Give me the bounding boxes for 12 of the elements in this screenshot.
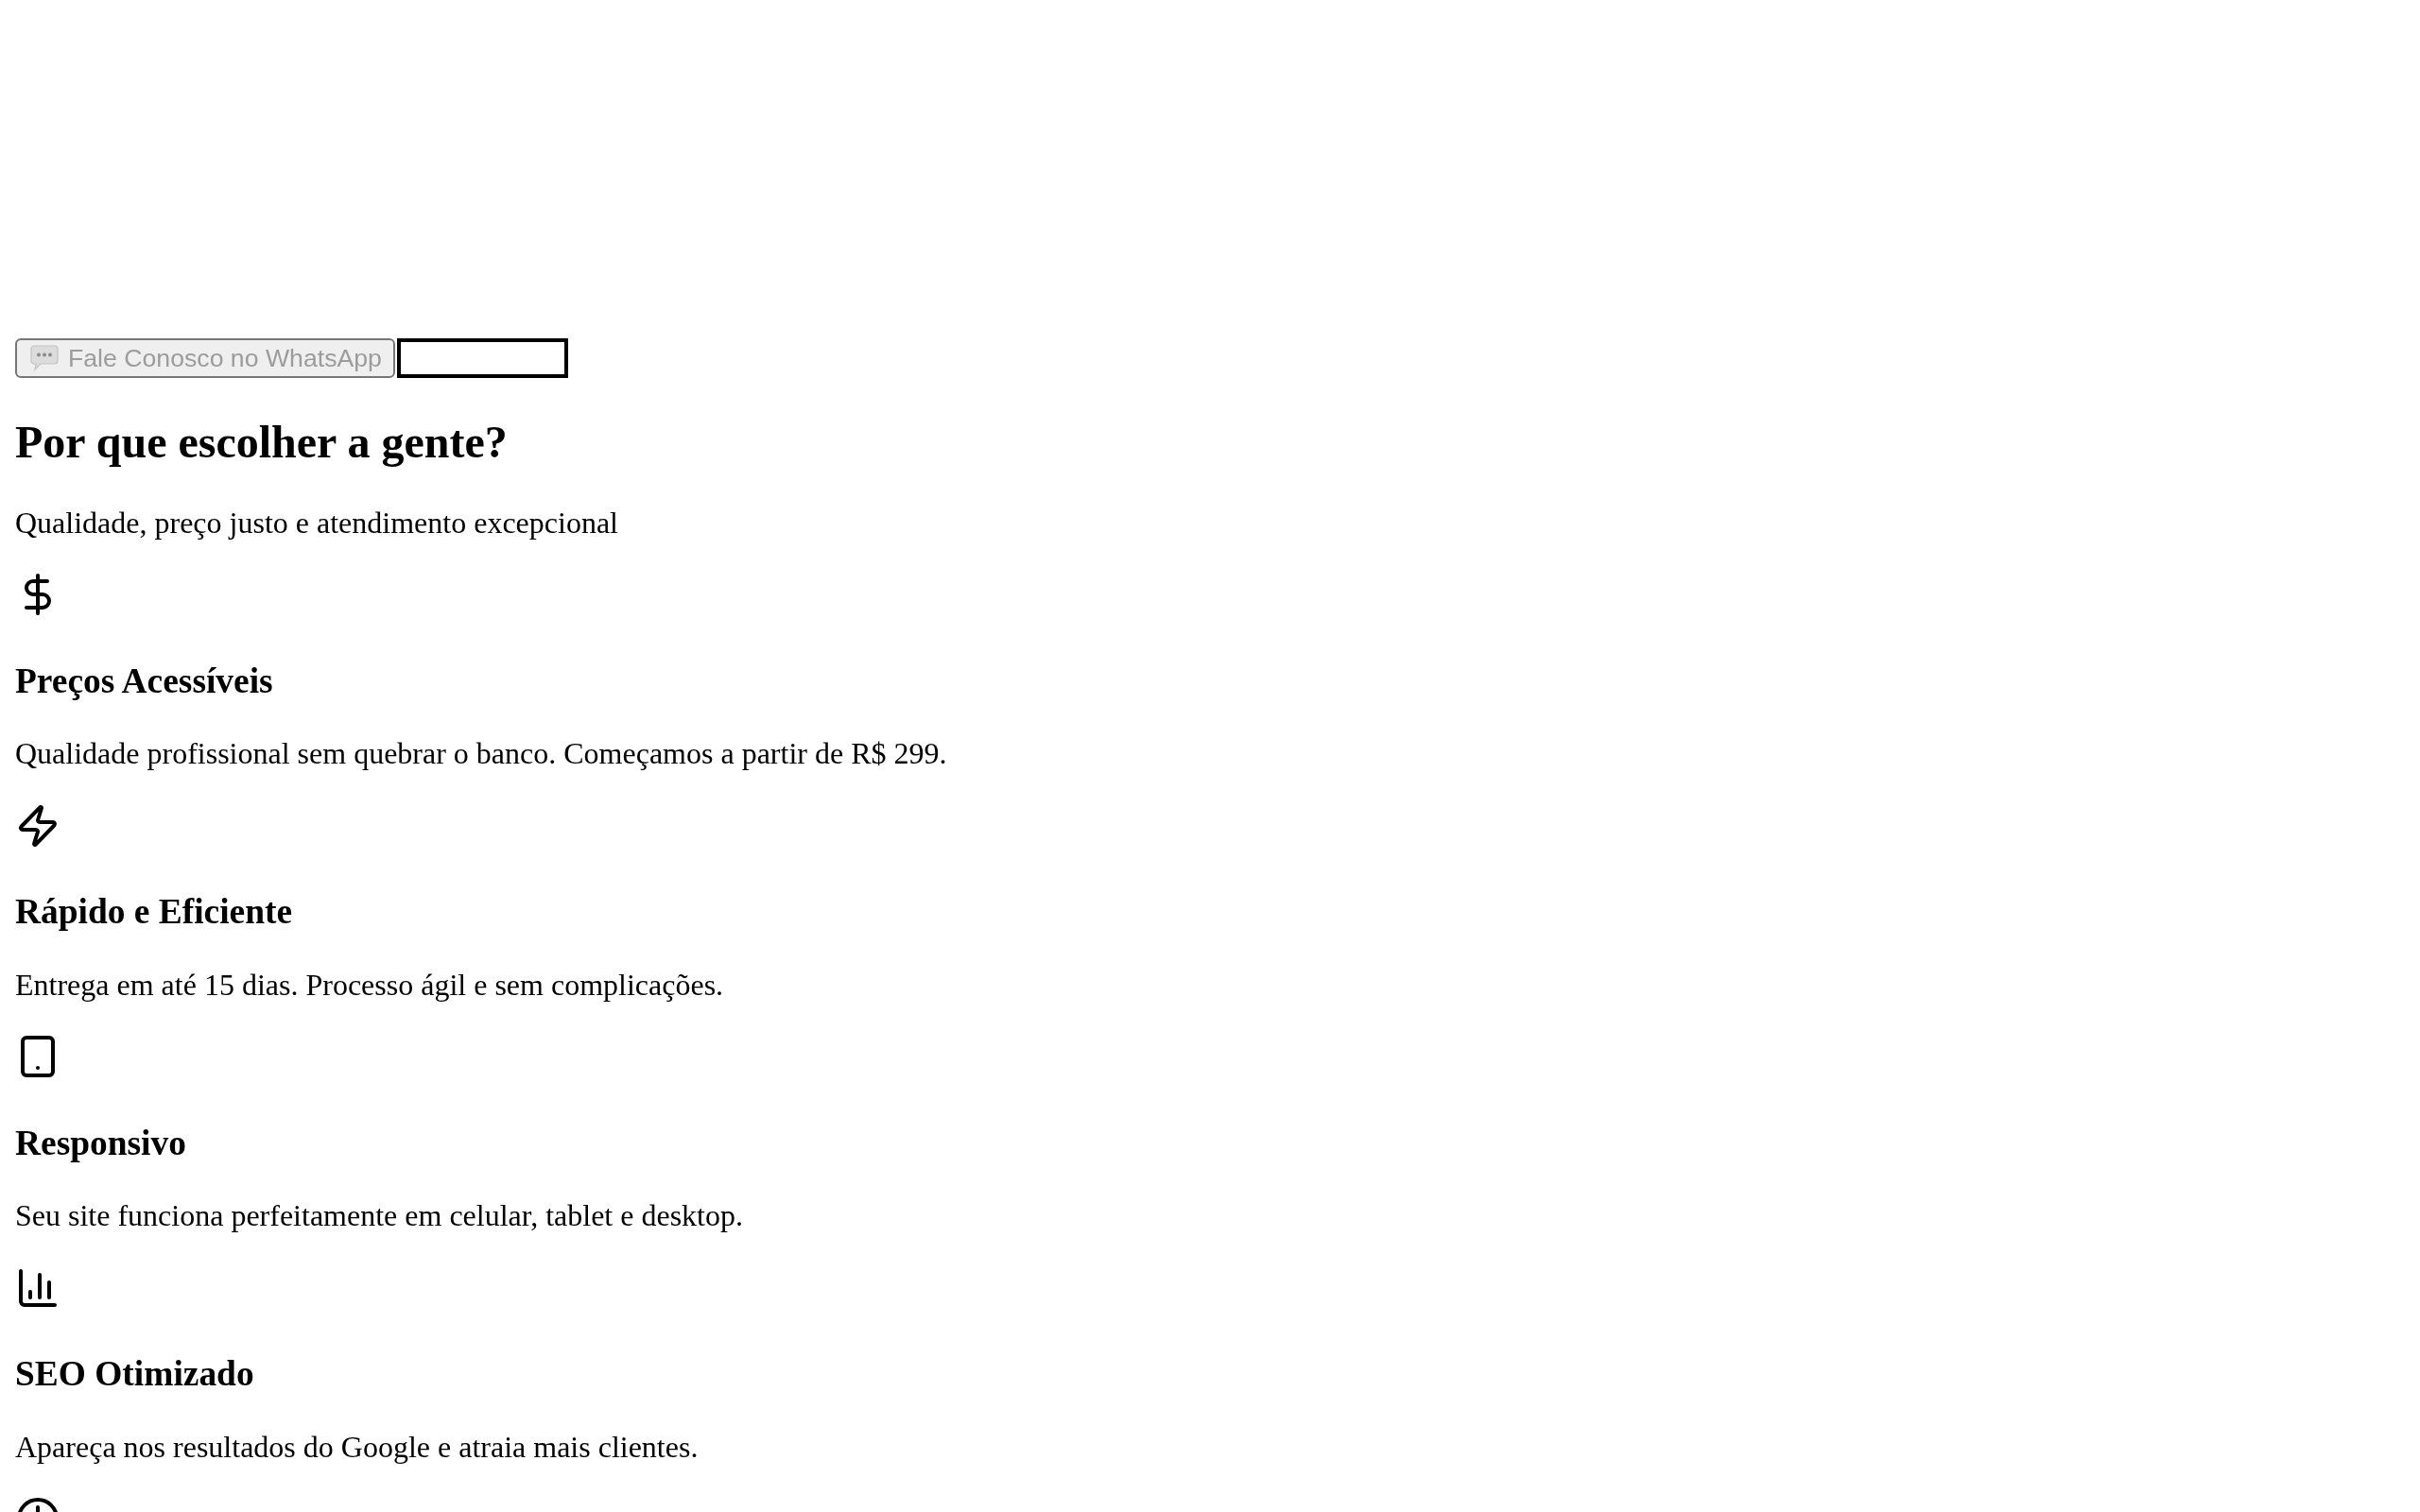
feature-title: Preços Acessíveis — [15, 660, 274, 701]
feature-description: Qualidade profissional sem quebrar o banco. Começamos a partir de R$ 299. — [15, 736, 948, 772]
whatsapp-button[interactable]: Fale Conosco no WhatsApp — [15, 338, 395, 378]
feature-description: Apareça nos resultados do Google e atraia mais clientes. — [15, 1429, 700, 1465]
speech-bubble-icon — [30, 345, 59, 371]
section-title: Por que escolher a gente? — [15, 415, 509, 468]
feature-title: SEO Otimizado — [15, 1353, 255, 1395]
section-subtitle: Qualidade, preço justo e atendimento excepcional — [15, 505, 619, 541]
feature-title: Responsivo — [15, 1122, 187, 1163]
feature-description: Entrega em até 15 dias. Processo ágil e sem complicações. — [15, 967, 725, 1003]
feature-description: Seu site funciona perfeitamente em celular, tablet e desktop. — [15, 1198, 744, 1234]
feature-title: Rápido e Eficiente — [15, 891, 294, 933]
